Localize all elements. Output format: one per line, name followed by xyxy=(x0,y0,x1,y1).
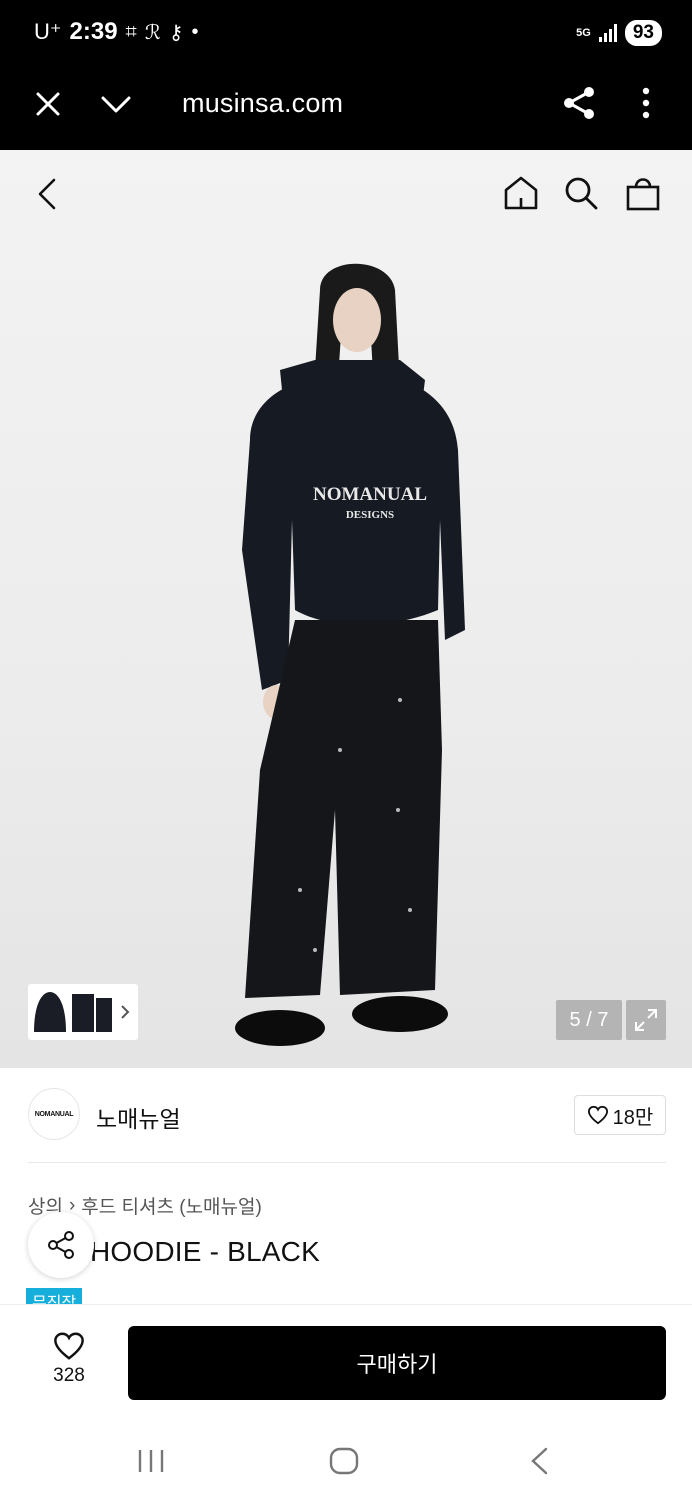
back-icon[interactable] xyxy=(528,1446,550,1476)
brand-name[interactable]: 노매뉴얼 xyxy=(96,1100,181,1134)
wishlist-button[interactable]: 328 xyxy=(34,1331,104,1391)
hoodie-print-subtext: DESIGNS xyxy=(346,509,394,521)
battery-indicator: 93 xyxy=(624,20,662,46)
status-left: U⁺ 2:39 ⌗ ℛ ⚷ • xyxy=(34,18,198,46)
system-navigation-bar xyxy=(0,1422,692,1500)
divider xyxy=(28,1162,666,1163)
network-type-icon: 5G xyxy=(576,27,591,39)
hoodie-print-text: NOMANUAL xyxy=(313,484,427,505)
key-icon: ⚷ xyxy=(168,21,184,44)
home-icon[interactable] xyxy=(502,174,540,212)
status-bar: U⁺ 2:39 ⌗ ℛ ⚷ • 5G 93 xyxy=(0,0,692,66)
browser-toolbar: musinsa.com xyxy=(0,66,692,150)
brand-like-button[interactable]: 18만 xyxy=(574,1095,666,1135)
home-button-icon[interactable] xyxy=(328,1446,360,1476)
wishlist-count: 328 xyxy=(53,1365,85,1386)
shopping-bag-icon[interactable] xyxy=(624,174,662,212)
search-icon[interactable] xyxy=(562,174,600,212)
signal-icon xyxy=(598,24,617,42)
purchase-bar: 328 구매하기 xyxy=(0,1304,692,1422)
chevron-down-icon[interactable] xyxy=(98,88,134,120)
expand-button[interactable] xyxy=(626,1000,666,1040)
share-icon[interactable] xyxy=(560,84,598,122)
clock: 2:39 xyxy=(69,18,118,45)
app-notification-icon: ℛ xyxy=(144,21,161,44)
recent-apps-icon[interactable] xyxy=(136,1448,166,1474)
thumbnail-strip[interactable] xyxy=(28,984,138,1040)
more-vertical-icon[interactable] xyxy=(632,84,660,122)
expand-icon xyxy=(635,1009,657,1031)
url-display[interactable]: musinsa.com xyxy=(182,88,343,119)
brand-logo[interactable]: NOMANUAL xyxy=(28,1088,80,1140)
product-image-gallery[interactable]: NOMANUAL DESIGNS 5 / 7 xyxy=(0,150,692,1068)
thumbnail-image[interactable] xyxy=(28,984,138,1040)
buy-button[interactable]: 구매하기 xyxy=(128,1326,666,1400)
image-counter: 5 / 7 xyxy=(556,1000,622,1040)
share-icon xyxy=(48,1231,74,1259)
floating-share-button[interactable] xyxy=(28,1212,94,1278)
product-name-text: HOODIE - BLACK xyxy=(90,1236,320,1267)
screenshot-icon: ⌗ xyxy=(125,20,137,43)
heart-icon xyxy=(587,1105,608,1125)
breadcrumb-item[interactable]: 후드 티셔츠 (노매뉴얼) xyxy=(81,1192,262,1219)
more-notifications-icon: • xyxy=(191,20,199,43)
chevron-right-icon xyxy=(121,1005,130,1019)
carrier-label: U⁺ xyxy=(34,19,62,44)
brand-like-count: 18만 xyxy=(612,1106,654,1129)
back-arrow-icon[interactable] xyxy=(32,176,64,212)
heart-icon xyxy=(54,1332,84,1360)
close-icon[interactable] xyxy=(32,88,64,120)
status-right: 5G 93 xyxy=(576,20,662,46)
product-photo: NOMANUAL DESIGNS xyxy=(235,263,465,1046)
